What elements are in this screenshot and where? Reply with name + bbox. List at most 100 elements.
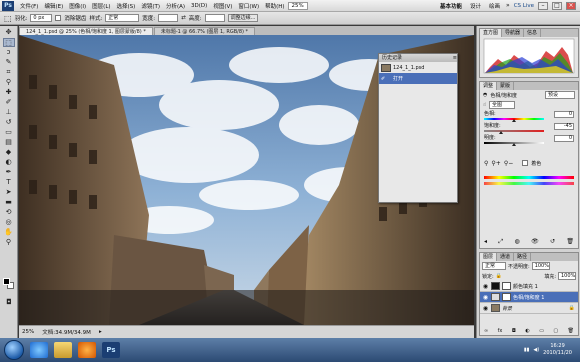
history-snapshot[interactable]: 124_1_1.psd: [379, 62, 457, 73]
3d-orbit-tool-icon[interactable]: ◎: [3, 218, 15, 227]
trash-icon[interactable]: 🗑: [566, 238, 574, 246]
refine-edge-button[interactable]: 调整边缘...: [227, 14, 259, 22]
tab-channels[interactable]: 通道: [497, 253, 515, 261]
menu-analysis[interactable]: 分析(A): [163, 2, 188, 10]
workspace-painting[interactable]: 绘画: [487, 2, 502, 10]
fx-icon[interactable]: fx: [498, 328, 503, 334]
workspace-more-icon[interactable]: »: [506, 2, 510, 9]
type-tool-icon[interactable]: T: [3, 178, 15, 187]
minimize-icon[interactable]: –: [538, 1, 548, 10]
blend-mode-select[interactable]: 正常: [482, 262, 506, 270]
expand-icon[interactable]: ⤢: [498, 238, 503, 246]
swap-icon[interactable]: ⇄: [181, 15, 186, 21]
new-layer-icon[interactable]: ▢: [553, 328, 558, 334]
network-icon[interactable]: ▮▮: [524, 347, 530, 353]
status-zoom[interactable]: 25%: [22, 329, 34, 335]
height-input[interactable]: [204, 14, 225, 22]
folder-icon[interactable]: ▭: [539, 328, 544, 334]
lightness-slider-knob[interactable]: [512, 143, 516, 146]
ie-icon[interactable]: [30, 342, 48, 358]
eyedropper-subtract-icon[interactable]: ⚲−: [504, 160, 513, 167]
zoom-level[interactable]: 25%: [287, 1, 308, 10]
menu-window[interactable]: 窗口(W): [235, 2, 262, 10]
path-select-tool-icon[interactable]: ➤: [3, 188, 15, 197]
channel-select[interactable]: 全图: [489, 101, 516, 109]
eyedropper-tool-icon[interactable]: ⚲: [3, 78, 15, 87]
tab-layers[interactable]: 图层: [480, 253, 498, 261]
feather-input[interactable]: 0 px: [30, 14, 53, 22]
eraser-tool-icon[interactable]: ▭: [3, 128, 15, 137]
history-brush-icon[interactable]: ✐: [381, 76, 391, 82]
eyedropper-add-icon[interactable]: ⚲+: [491, 160, 500, 167]
workspace-essentials[interactable]: 基本功能: [438, 2, 464, 10]
tab-info[interactable]: 信息: [524, 29, 542, 37]
clone-stamp-tool-icon[interactable]: ⊥: [3, 108, 15, 117]
menu-3d[interactable]: 3D(D): [188, 3, 210, 9]
maximize-icon[interactable]: □: [552, 1, 562, 10]
menu-file[interactable]: 文件(F): [17, 2, 41, 10]
quick-mask-icon[interactable]: ◘: [3, 298, 15, 307]
lightness-input[interactable]: 0: [554, 135, 574, 142]
3d-rotate-tool-icon[interactable]: ⟲: [3, 208, 15, 217]
opacity-input[interactable]: 100%: [531, 262, 550, 270]
cs-live-button[interactable]: CS Live: [514, 3, 534, 9]
menu-filter[interactable]: 滤镜(T): [138, 2, 163, 10]
menu-select[interactable]: 选择(S): [114, 2, 139, 10]
marquee-tool-icon[interactable]: ⬚: [4, 14, 12, 23]
saturation-input[interactable]: -45: [554, 123, 574, 130]
tab-document-2[interactable]: 未标题-1 @ 66.7% (图层 1, RGB/8) *: [153, 27, 256, 35]
brush-tool-icon[interactable]: ✐: [3, 98, 15, 107]
width-input[interactable]: [158, 14, 179, 22]
menu-view[interactable]: 视图(V): [210, 2, 235, 10]
adjustment-icon[interactable]: ◐: [525, 328, 529, 334]
lasso-tool-icon[interactable]: ↄ: [3, 48, 15, 57]
eyedropper-icon[interactable]: ⚲: [484, 160, 488, 167]
menu-edit[interactable]: 编辑(E): [41, 2, 66, 10]
history-brush-tool-icon[interactable]: ↺: [3, 118, 15, 127]
start-button[interactable]: [4, 340, 24, 360]
link-icon[interactable]: ∞: [484, 328, 488, 334]
clip-icon[interactable]: ◍: [514, 238, 519, 246]
hand-tool-icon[interactable]: ✋: [3, 228, 15, 237]
back-icon[interactable]: ◂: [484, 238, 487, 246]
hue-input[interactable]: 0: [554, 111, 574, 118]
colorize-checkbox[interactable]: [522, 160, 529, 166]
layer-item[interactable]: ◉ 颜色填充 1: [480, 281, 578, 292]
eye-icon[interactable]: ◉: [482, 305, 489, 312]
gradient-tool-icon[interactable]: ▤: [3, 138, 15, 147]
clock[interactable]: 16:29 2010/11/20: [543, 343, 572, 357]
trash-icon[interactable]: 🗑: [568, 328, 574, 334]
move-tool-icon[interactable]: ✥: [3, 28, 15, 37]
close-icon[interactable]: ×: [566, 1, 576, 10]
healing-brush-tool-icon[interactable]: ✚: [3, 88, 15, 97]
zoom-tool-icon[interactable]: ⚲: [3, 238, 15, 247]
antialias-checkbox[interactable]: [55, 15, 62, 21]
preset-select[interactable]: 预设: [545, 91, 575, 99]
menu-layer[interactable]: 图层(L): [89, 2, 113, 10]
dodge-tool-icon[interactable]: ◐: [3, 158, 15, 167]
marquee-tool-icon[interactable]: ⬚: [2, 38, 15, 47]
quick-select-tool-icon[interactable]: ✎: [3, 58, 15, 67]
folder-icon[interactable]: [54, 342, 72, 358]
eye-icon[interactable]: ◉: [482, 294, 489, 301]
mask-icon[interactable]: ◘: [512, 328, 516, 334]
tab-document-1[interactable]: 124_1_1.psd @ 25% (色相/饱和度 1, 图层蒙版/8) *: [19, 27, 153, 35]
photoshop-task-icon[interactable]: Ps: [102, 342, 120, 358]
style-select[interactable]: 正常: [105, 14, 140, 22]
pen-tool-icon[interactable]: ✒: [3, 168, 15, 177]
saturation-track[interactable]: [484, 130, 544, 132]
tab-histogram[interactable]: 直方图: [480, 29, 503, 37]
history-step[interactable]: ✐ 打开: [379, 73, 457, 84]
menu-image[interactable]: 图像(I): [66, 2, 89, 10]
tab-adjustments[interactable]: 调整: [480, 82, 498, 90]
crop-tool-icon[interactable]: ⌗: [3, 68, 15, 77]
tab-paths[interactable]: 路径: [514, 253, 532, 261]
panel-menu-icon[interactable]: ≡: [453, 54, 457, 62]
history-panel-header[interactable]: 历史记录 ≡: [379, 54, 457, 62]
fill-input[interactable]: 100%: [558, 272, 576, 280]
reset-icon[interactable]: ↺: [550, 238, 555, 246]
foreground-color-swatch[interactable]: [3, 278, 10, 285]
layer-item-selected[interactable]: ◉ 色相/饱和度 1: [480, 292, 578, 303]
volume-icon[interactable]: ◀): [533, 347, 539, 353]
visibility-icon[interactable]: 👁: [531, 238, 539, 246]
